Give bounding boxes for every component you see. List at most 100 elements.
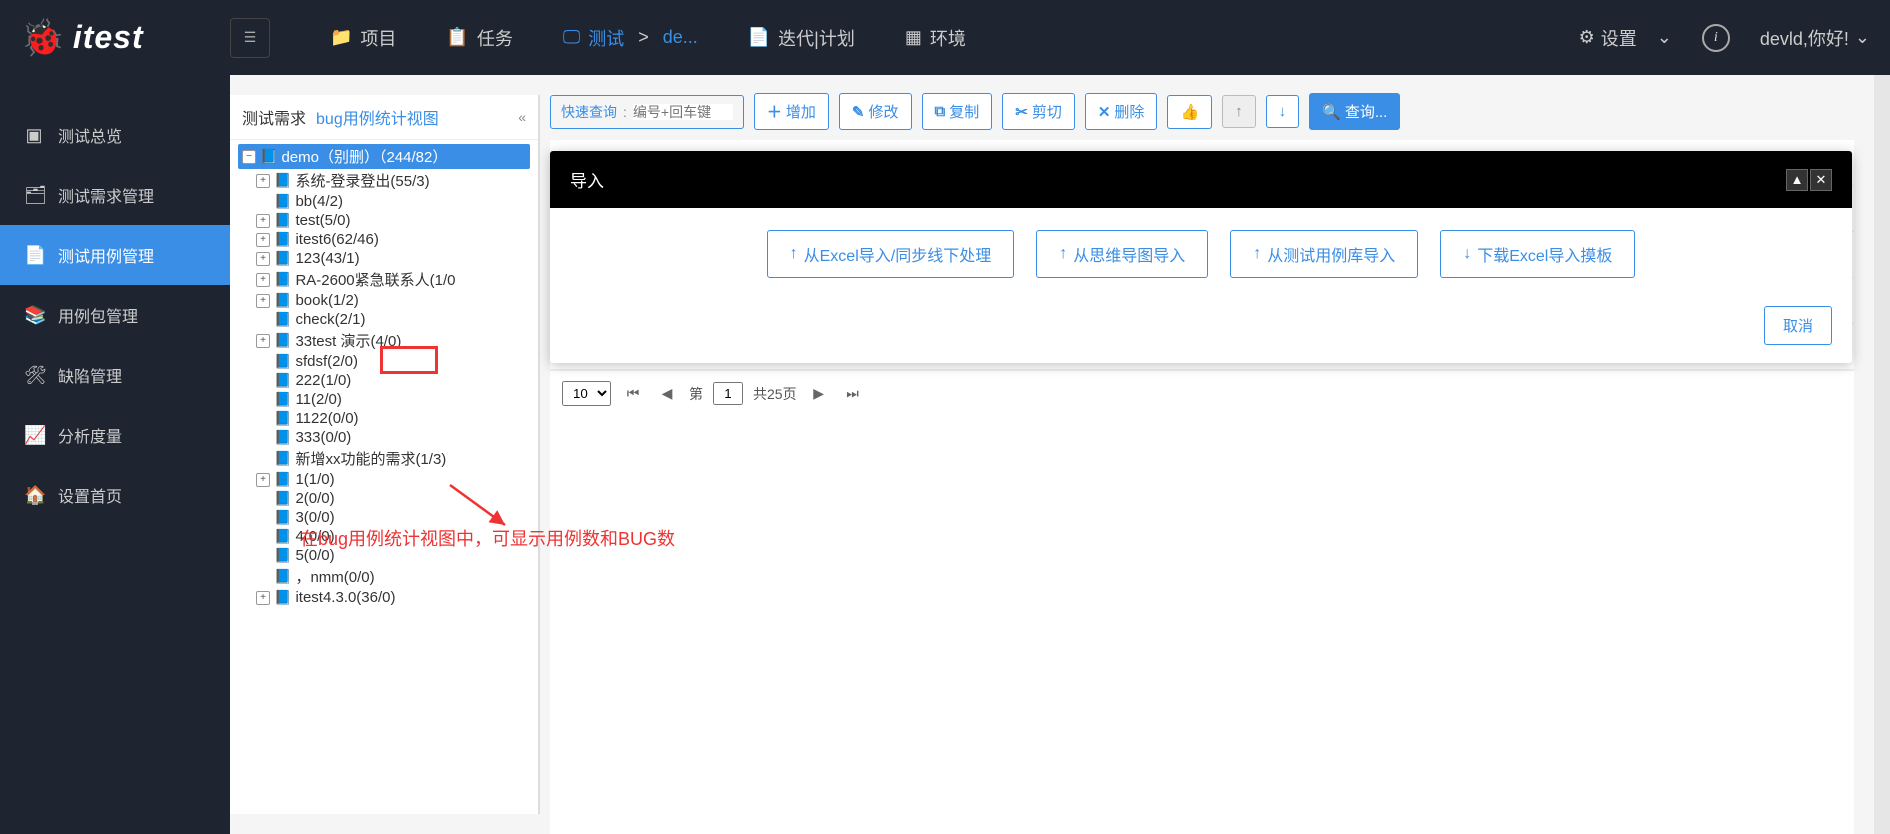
plus-icon[interactable]: + xyxy=(256,294,270,308)
modal-body: ↑从Excel导入/同步线下处理 ↑从思维导图导入 ↑从测试用例库导入 ↓下载E… xyxy=(550,208,1852,296)
plus-icon[interactable]: + xyxy=(256,174,270,188)
dashboard-icon: ▣ xyxy=(24,125,44,146)
plus-icon[interactable]: + xyxy=(256,273,270,287)
nav-settings[interactable]: ⚙ 设置 ⌄ xyxy=(1579,25,1672,51)
tree-node[interactable]: 📘4(0/0) xyxy=(238,527,530,546)
plus-icon[interactable]: + xyxy=(256,473,270,487)
modal-header: 导入 ▲ ✕ xyxy=(550,151,1852,208)
nav-task[interactable]: 📋 任务 xyxy=(446,25,512,51)
tree-node[interactable]: 📘3(0/0) xyxy=(238,508,530,527)
chevron-down-icon: ⌄ xyxy=(1855,27,1870,48)
tree-node[interactable]: 📘，nmm(0/0) xyxy=(238,565,530,588)
search-input[interactable] xyxy=(633,104,733,120)
plus-icon[interactable]: + xyxy=(256,334,270,348)
book-icon: 📘 xyxy=(274,332,291,349)
tree-node-label: 系统-登录登出(55/3) xyxy=(295,170,429,191)
import-mindmap-button[interactable]: ↑从思维导图导入 xyxy=(1036,230,1208,278)
sidebar-item-analytics[interactable]: 📈 分析度量 xyxy=(0,405,230,465)
tree-node-label: 123(43/1) xyxy=(295,250,359,267)
arrow-down-button[interactable]: ↓ xyxy=(1266,95,1300,128)
tree-node[interactable]: 📘新增xx功能的需求(1/3) xyxy=(238,447,530,470)
info-icon[interactable]: i xyxy=(1702,24,1730,52)
tree-panel: 测试需求 bug用例统计视图 « − 📘 demo（别删）（244/82） +📘… xyxy=(230,95,540,814)
chevron-down-icon: ⌄ xyxy=(1657,27,1672,48)
tree-node[interactable]: +📘33test 演示(4/0) xyxy=(238,329,530,352)
sidebar-item-label: 用例包管理 xyxy=(58,303,138,327)
plus-icon[interactable]: + xyxy=(256,214,270,228)
scissors-icon: ✂ xyxy=(1015,103,1028,121)
nav-env[interactable]: ▦ 环境 xyxy=(905,25,966,51)
edit-button[interactable]: ✎修改 xyxy=(839,93,912,130)
nav-test[interactable]: 🖵 测试 > de... xyxy=(563,25,698,51)
import-library-button[interactable]: ↑从测试用例库导入 xyxy=(1230,230,1418,278)
cut-button[interactable]: ✂剪切 xyxy=(1002,93,1075,130)
tree-node[interactable]: 📘bb(4/2) xyxy=(238,192,530,211)
tree-node[interactable]: 📘1122(0/0) xyxy=(238,409,530,428)
chevron-right-icon: > xyxy=(638,27,649,48)
tree-node[interactable]: +📘book(1/2) xyxy=(238,291,530,310)
pager-page-input[interactable] xyxy=(713,382,743,405)
book-icon: 📘 xyxy=(274,353,291,370)
modal-minimize-button[interactable]: ▲ xyxy=(1786,169,1808,191)
cancel-button[interactable]: 取消 xyxy=(1764,306,1832,345)
tree-node-label: test(5/0) xyxy=(295,212,350,229)
tree-node[interactable]: 📘sfdsf(2/0) xyxy=(238,352,530,371)
modal-close-button[interactable]: ✕ xyxy=(1810,169,1832,191)
sidebar-item-requirement[interactable]: 🗂 测试需求管理 xyxy=(0,165,230,225)
tree-node[interactable]: +📘系统-登录登出(55/3) xyxy=(238,169,530,192)
nav-iteration[interactable]: 📄 迭代|计划 xyxy=(748,25,855,51)
tree-node[interactable]: 📘2(0/0) xyxy=(238,489,530,508)
tree-node[interactable]: 📘check(2/1) xyxy=(238,310,530,329)
sidebar-item-home[interactable]: 🏠 设置首页 xyxy=(0,465,230,525)
tree-root-node[interactable]: − 📘 demo（别删）（244/82） xyxy=(238,144,530,169)
add-button[interactable]: ＋增加 xyxy=(754,93,829,130)
hamburger-button[interactable]: ☰ xyxy=(230,18,270,58)
download-template-button[interactable]: ↓下载Excel导入摸板 xyxy=(1440,230,1635,278)
tree-node[interactable]: +📘itest6(62/46) xyxy=(238,230,530,249)
logo-text: itest xyxy=(73,19,144,56)
quick-search[interactable]: 快速查询 : xyxy=(550,95,744,129)
plus-icon[interactable]: + xyxy=(256,252,270,266)
thumbs-up-button[interactable]: 👍 xyxy=(1167,95,1212,129)
file-icon: 📄 xyxy=(24,245,44,266)
pager-last-icon[interactable]: ⏭ xyxy=(841,382,865,406)
vertical-scrollbar[interactable] xyxy=(1874,75,1890,834)
nav-project[interactable]: 📁 项目 xyxy=(330,25,396,51)
minus-icon[interactable]: − xyxy=(242,150,256,164)
tree-node[interactable]: +📘1(1/0) xyxy=(238,470,530,489)
collapse-left-icon[interactable]: « xyxy=(518,109,526,125)
copy-button[interactable]: ⧉复制 xyxy=(922,93,993,130)
sidebar-item-testcase[interactable]: 📄 测试用例管理 xyxy=(0,225,230,285)
sidebar-item-package[interactable]: 📚 用例包管理 xyxy=(0,285,230,345)
pager-next-icon[interactable]: ▶ xyxy=(807,382,831,406)
tree-node[interactable]: 📘5(0/0) xyxy=(238,546,530,565)
import-excel-button[interactable]: ↑从Excel导入/同步线下处理 xyxy=(767,230,1015,278)
tree-node-label: demo（别删）（244/82） xyxy=(281,146,447,167)
delete-button[interactable]: ✕删除 xyxy=(1085,93,1158,130)
download-icon: ↓ xyxy=(1463,245,1471,263)
tree-node[interactable]: +📘123(43/1) xyxy=(238,249,530,268)
pager-prev-icon[interactable]: ◀ xyxy=(655,382,679,406)
tree-node[interactable]: +📘itest4.3.0(36/0) xyxy=(238,588,530,607)
tree-node[interactable]: 📘333(0/0) xyxy=(238,428,530,447)
arrow-up-button[interactable]: ↑ xyxy=(1222,95,1256,128)
archive-icon: 🗂 xyxy=(24,185,44,206)
tree-node[interactable]: +📘RA-2600紧急联系人(1/0 xyxy=(238,268,530,291)
tree-node[interactable]: 📘222(1/0) xyxy=(238,371,530,390)
tree-node[interactable]: 📘11(2/0) xyxy=(238,390,530,409)
sidebar-item-defect[interactable]: 🛠 缺陷管理 xyxy=(0,345,230,405)
user-menu[interactable]: devld,你好! ⌄ xyxy=(1760,25,1870,51)
plus-icon[interactable]: + xyxy=(256,233,270,247)
plus-icon[interactable]: + xyxy=(256,591,270,605)
upload-icon: ↑ xyxy=(790,245,798,263)
sidebar-item-overview[interactable]: ▣ 测试总览 xyxy=(0,105,230,165)
book-icon: 📘 xyxy=(274,193,291,210)
tree-node[interactable]: +📘test(5/0) xyxy=(238,211,530,230)
tree-view-name[interactable]: bug用例统计视图 xyxy=(316,105,439,129)
upload-icon: ↑ xyxy=(1253,245,1261,263)
tree-node-label: check(2/1) xyxy=(295,311,365,328)
pager-first-icon[interactable]: ⏮ xyxy=(621,382,645,406)
thumbs-up-icon: 👍 xyxy=(1180,103,1199,121)
query-button[interactable]: 🔍查询... xyxy=(1309,93,1400,130)
page-size-select[interactable]: 10 xyxy=(562,381,611,406)
